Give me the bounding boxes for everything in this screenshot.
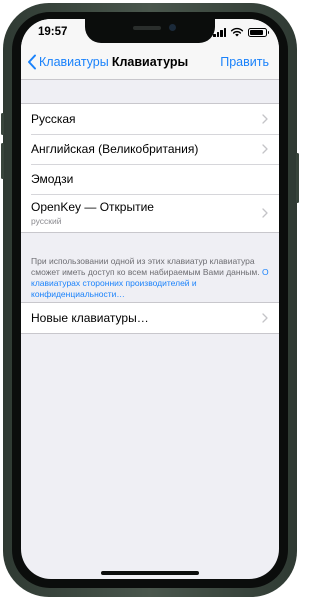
- notch: [85, 19, 215, 43]
- chevron-right-icon: [262, 144, 268, 154]
- keyboard-item-openkey[interactable]: OpenKey — Открытие русский: [21, 194, 279, 232]
- keyboard-label: Эмодзи: [31, 172, 74, 186]
- keyboard-item-english-uk[interactable]: Английская (Великобритания): [21, 134, 279, 164]
- side-button: [296, 153, 299, 203]
- volume-up-button: [1, 113, 4, 135]
- edit-button[interactable]: Править: [220, 55, 269, 69]
- front-camera: [169, 24, 176, 31]
- battery-level: [250, 29, 263, 35]
- privacy-footer-text: При использовании одной из этих клавиату…: [31, 256, 260, 277]
- cellular-signal-icon: [213, 27, 226, 37]
- keyboard-label: Русская: [31, 112, 76, 126]
- privacy-footer: При использовании одной из этих клавиату…: [31, 256, 269, 300]
- speaker-grille: [133, 26, 161, 30]
- new-keyboard-label: Новые клавиатуры…: [31, 311, 149, 325]
- volume-down-button: [1, 143, 4, 179]
- status-time: 19:57: [38, 26, 68, 38]
- battery-icon: [248, 27, 269, 37]
- keyboard-label: OpenKey — Открытие: [31, 200, 154, 214]
- add-new-keyboard-button[interactable]: Новые клавиатуры…: [21, 303, 279, 333]
- screen: 19:57 Клавиатуры Клавиатуры Править Русс…: [21, 19, 279, 579]
- new-keyboard-group: Новые клавиатуры…: [21, 302, 279, 334]
- keyboards-list: Русская Английская (Великобритания) Эмод…: [21, 103, 279, 233]
- keyboard-item-russian[interactable]: Русская: [21, 104, 279, 134]
- chevron-left-icon: [28, 54, 36, 70]
- keyboard-label: Английская (Великобритания): [31, 142, 199, 156]
- chevron-right-icon: [262, 313, 268, 323]
- page-title: Клавиатуры: [111, 55, 189, 69]
- keyboard-item-emoji[interactable]: Эмодзи: [21, 164, 279, 194]
- home-indicator[interactable]: [101, 571, 199, 575]
- back-button-label: Клавиатуры: [39, 55, 109, 69]
- back-button[interactable]: Клавиатуры: [27, 54, 109, 70]
- status-icons: [213, 27, 269, 37]
- wifi-icon: [230, 27, 244, 37]
- chevron-right-icon: [262, 114, 268, 124]
- navigation-bar: Клавиатуры Клавиатуры Править: [21, 45, 279, 80]
- chevron-right-icon: [262, 208, 268, 218]
- keyboard-language-label: русский: [31, 216, 62, 226]
